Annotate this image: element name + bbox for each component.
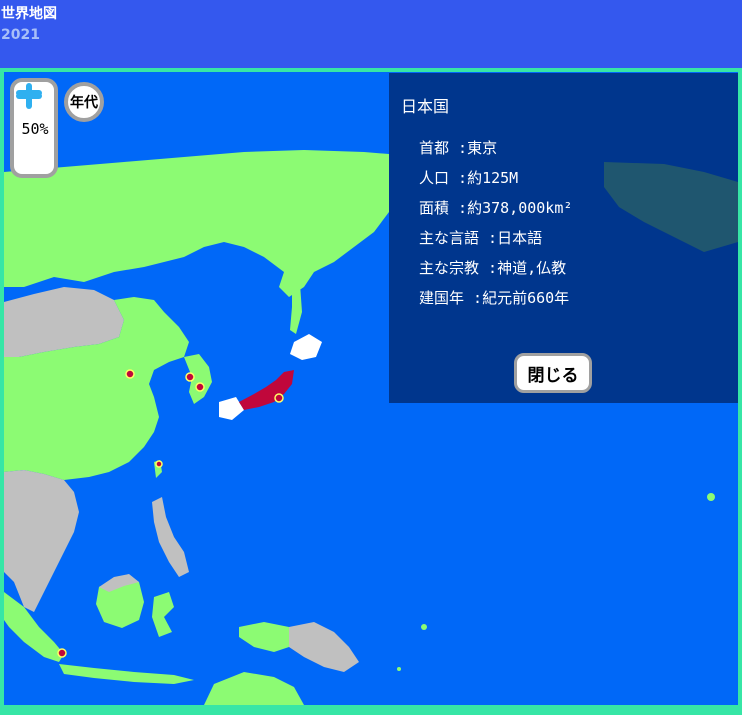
capital-marker[interactable] bbox=[195, 382, 205, 392]
capital-marker[interactable] bbox=[185, 372, 195, 382]
zoom-level: 50% bbox=[21, 120, 49, 138]
region-hokkaido[interactable] bbox=[290, 334, 322, 360]
capital-marker[interactable] bbox=[155, 460, 163, 468]
region-kyushu[interactable] bbox=[219, 397, 244, 420]
info-value: 約125M bbox=[467, 169, 519, 187]
region-indochina[interactable] bbox=[4, 470, 79, 612]
region-island[interactable] bbox=[397, 667, 401, 671]
info-label: 人口 bbox=[419, 169, 450, 187]
region-australia[interactable] bbox=[204, 672, 304, 705]
map-frame: 50% 年代 日本国 首都 :東京 人口 :約125M 面積 :約378,000… bbox=[0, 68, 742, 715]
era-button[interactable]: 年代 bbox=[64, 82, 104, 122]
info-row-capital: 首都 :東京 bbox=[419, 139, 498, 157]
region-png[interactable] bbox=[289, 622, 359, 672]
info-label: 主な宗教 bbox=[419, 259, 480, 277]
info-label: 建国年 bbox=[419, 289, 465, 307]
region-java[interactable] bbox=[59, 664, 194, 684]
info-label: 首都 bbox=[419, 139, 450, 157]
info-row-founded: 建国年 :紀元前660年 bbox=[419, 289, 570, 307]
info-row-religion: 主な宗教 :神道,仏教 bbox=[419, 259, 567, 277]
region-island[interactable] bbox=[421, 624, 427, 630]
app-header: 世界地図 2021 bbox=[0, 0, 742, 68]
region-philippines[interactable] bbox=[152, 497, 189, 577]
region-island[interactable] bbox=[707, 493, 715, 501]
info-label: 面積 bbox=[419, 199, 450, 217]
region-sulawesi[interactable] bbox=[152, 592, 174, 637]
capital-marker[interactable] bbox=[57, 648, 67, 658]
app-title: 世界地図 bbox=[1, 6, 57, 22]
country-info-panel: 日本国 首都 :東京 人口 :約125M 面積 :約378,000km² 主な言… bbox=[389, 73, 738, 403]
info-label: 主な言語 bbox=[419, 229, 480, 247]
region-russia[interactable] bbox=[4, 150, 389, 297]
country-info-list: 首都 :東京 人口 :約125M 面積 :約378,000km² 主な言語 :日… bbox=[419, 133, 572, 313]
country-name: 日本国 bbox=[401, 97, 450, 116]
info-value: 紀元前660年 bbox=[482, 289, 570, 307]
info-value: 日本語 bbox=[497, 229, 543, 247]
capital-marker[interactable] bbox=[274, 393, 284, 403]
info-value: 神道,仏教 bbox=[497, 259, 567, 277]
info-row-area: 面積 :約378,000km² bbox=[419, 199, 573, 217]
info-value: 約378,000km² bbox=[467, 199, 573, 217]
country-japan-selected[interactable] bbox=[239, 370, 294, 410]
world-map[interactable]: 50% 年代 日本国 首都 :東京 人口 :約125M 面積 :約378,000… bbox=[4, 72, 738, 705]
close-button[interactable]: 閉じる bbox=[514, 353, 592, 393]
info-value: 東京 bbox=[467, 139, 498, 157]
region-papua[interactable] bbox=[239, 622, 289, 652]
info-row-population: 人口 :約125M bbox=[419, 169, 519, 187]
info-row-language: 主な言語 :日本語 bbox=[419, 229, 543, 247]
zoom-control: 50% bbox=[10, 78, 58, 178]
current-year: 2021 bbox=[1, 27, 40, 43]
zoom-out-button[interactable] bbox=[14, 82, 44, 104]
capital-marker[interactable] bbox=[125, 369, 135, 379]
